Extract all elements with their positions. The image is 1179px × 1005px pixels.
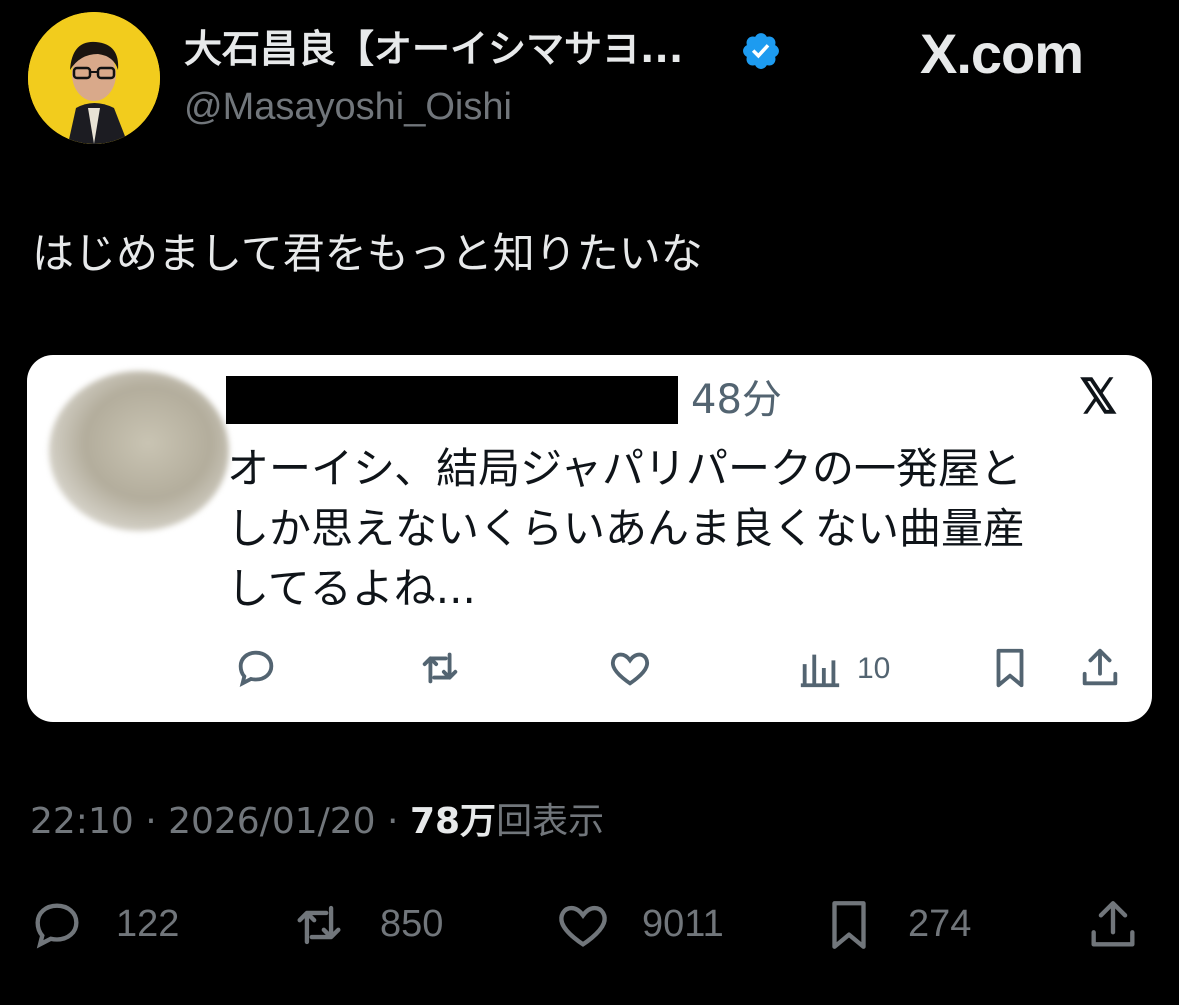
bookmark-icon[interactable] [820, 896, 878, 954]
profile-avatar[interactable] [28, 12, 160, 144]
tweet-meta: 22:10 · 2026/01/20 · 78万回表示 [30, 798, 604, 846]
quoted-views-count: 10 [857, 652, 891, 685]
view-count-number: 78 [409, 801, 461, 842]
like-icon[interactable] [607, 645, 653, 691]
brand-watermark: X.com [920, 22, 1084, 85]
reply-count: 122 [116, 903, 180, 945]
bookmark-count: 274 [908, 903, 972, 945]
like-count: 9011 [642, 903, 724, 945]
repost-count: 850 [380, 903, 444, 945]
reply-icon[interactable] [28, 896, 86, 954]
view-count-unit: 万 [460, 801, 497, 842]
bookmark-icon[interactable] [987, 645, 1033, 691]
view-count-label: 回表示 [496, 801, 605, 842]
quoted-action-bar: 10 [27, 645, 1152, 695]
separator: · [133, 801, 169, 842]
share-icon[interactable] [1084, 896, 1142, 954]
x-logo-icon: 𝕏 [1079, 371, 1118, 424]
display-name[interactable]: 大石昌良【オーイシマサヨ... [184, 24, 683, 74]
repost-icon[interactable] [417, 645, 463, 691]
verified-badge-icon [740, 30, 782, 72]
quoted-text: オーイシ、結局ジャパリパークの一発屋と しか思えないくらいあんま良くない曲量産 … [227, 444, 1026, 613]
repost-icon[interactable] [290, 896, 348, 954]
reply-icon[interactable] [233, 645, 279, 691]
share-icon[interactable] [1077, 645, 1123, 691]
quoted-timestamp: 48分 [691, 377, 782, 423]
blurred-avatar [49, 371, 229, 531]
post-date[interactable]: 2026/01/20 [168, 801, 376, 842]
avatar-image [28, 12, 160, 144]
separator: · [375, 801, 410, 842]
user-handle[interactable]: @Masayoshi_Oishi [184, 84, 512, 130]
redacted-name [226, 376, 678, 424]
like-icon[interactable] [554, 896, 612, 954]
post-time[interactable]: 22:10 [30, 801, 134, 842]
tweet-text: はじめまして君をもっと知りたいな [32, 229, 703, 278]
analytics-icon[interactable] [797, 645, 843, 691]
quoted-tweet-card[interactable]: 48分 𝕏 オーイシ、結局ジャパリパークの一発屋と しか思えないくらいあんま良く… [27, 355, 1152, 722]
